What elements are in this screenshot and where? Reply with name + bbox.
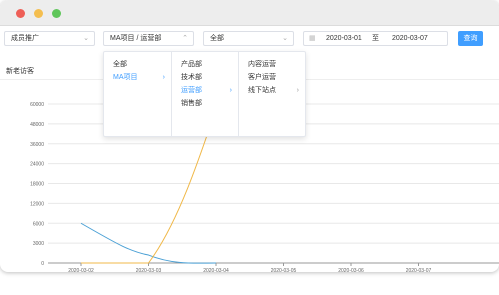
date-range-picker[interactable]: ▦ 2020-03-01 至 2020-03-07: [303, 31, 448, 46]
title-bar: [0, 0, 499, 26]
chevron-right-icon: ›: [229, 87, 232, 94]
cascader-option[interactable]: 运营部: [181, 85, 202, 97]
y-tick-label: 6000: [33, 221, 44, 227]
channel-select-value: 全部: [210, 35, 224, 42]
member-select[interactable]: 成员推广 ⌄: [4, 31, 95, 46]
project-cascader[interactable]: MA项目 / 运营部 ⌃: [103, 31, 194, 46]
maximize-window-icon[interactable]: [52, 9, 61, 18]
chevron-down-icon: ⌄: [282, 35, 288, 42]
query-button[interactable]: 查询: [458, 31, 483, 46]
x-tick-label: 2020-03-02: [68, 268, 94, 272]
chevron-right-icon: ›: [296, 87, 299, 94]
date-end[interactable]: 2020-03-07: [392, 32, 428, 45]
y-tick-label: 18000: [30, 182, 44, 188]
cascader-option[interactable]: 全部: [113, 59, 127, 71]
cascader-option[interactable]: 产品部: [181, 59, 202, 71]
y-tick-label: 0: [41, 261, 44, 267]
y-tick-label: 24000: [30, 162, 44, 168]
cascader-option[interactable]: 线下站点: [248, 85, 276, 97]
close-window-icon[interactable]: [16, 9, 25, 18]
cascader-column-1: 全部 MA项目 ›: [104, 52, 172, 136]
y-tick-label: 12000: [30, 201, 44, 207]
y-tick-label: 60000: [30, 102, 44, 108]
cascader-column-2: 产品部 技术部 运营部 › 销售部: [172, 52, 239, 136]
y-tick-label: 3000: [33, 241, 44, 247]
chevron-right-icon: ›: [162, 74, 165, 81]
cascader-option[interactable]: 销售部: [181, 98, 202, 110]
project-cascader-value: MA项目 / 运营部: [110, 35, 162, 42]
member-select-value: 成员推广: [11, 35, 39, 42]
chevron-down-icon: ⌃: [182, 35, 188, 42]
x-tick-label: 2020-03-05: [271, 268, 297, 272]
x-tick-label: 2020-03-07: [406, 268, 432, 272]
y-tick-label: 36000: [30, 142, 44, 148]
channel-select[interactable]: 全部 ⌄: [203, 31, 294, 46]
cascader-dropdown: 全部 MA项目 › 产品部 技术部 运营部 › 销售部 内容运营 客户运营 线下站点 ›: [103, 51, 306, 137]
cascader-column-3: 内容运营 客户运营 线下站点 ›: [239, 52, 305, 136]
minimize-window-icon[interactable]: [34, 9, 43, 18]
y-tick-label: 48000: [30, 122, 44, 128]
date-separator: 至: [372, 35, 379, 42]
x-tick-label: 2020-03-06: [338, 268, 364, 272]
x-tick-label: 2020-03-03: [136, 268, 162, 272]
cascader-option[interactable]: MA项目: [113, 72, 138, 84]
cascader-option[interactable]: 内容运营: [248, 59, 276, 71]
chevron-down-icon: ⌄: [83, 35, 89, 42]
chart-title: 新老访客: [6, 68, 34, 75]
calendar-icon: ▦: [309, 35, 316, 42]
date-start[interactable]: 2020-03-01: [326, 32, 362, 45]
x-tick-label: 2020-03-04: [203, 268, 229, 272]
app-window: 成员推广 ⌄ MA项目 / 运营部 ⌃ 全部 ⌄ ▦ 2020-03-01 至 …: [0, 0, 499, 272]
cascader-option[interactable]: 客户运营: [248, 72, 276, 84]
cascader-option[interactable]: 技术部: [181, 72, 202, 84]
